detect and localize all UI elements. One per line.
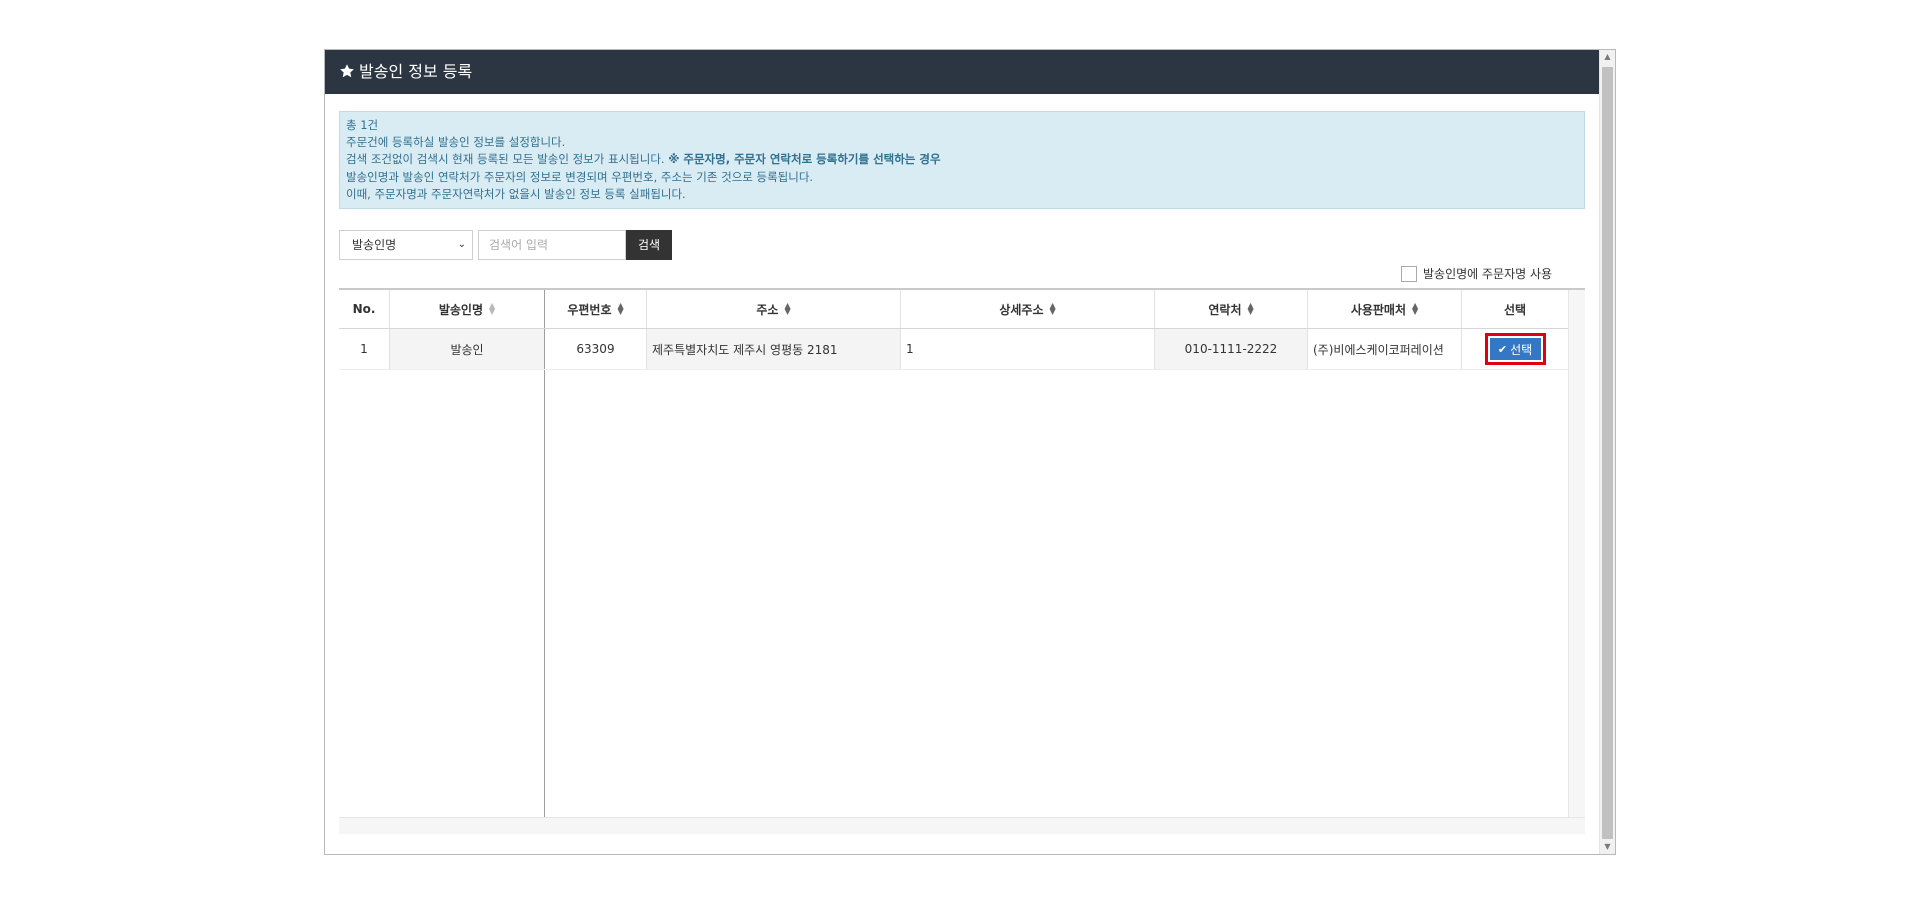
scroll-down-icon[interactable]: ▼	[1600, 840, 1615, 854]
search-input[interactable]	[478, 230, 626, 260]
scroll-up-icon[interactable]: ▲	[1600, 50, 1615, 64]
table-row[interactable]: 1 발송인 63309 제주특별자치도 제주시 영평동 2181 1 010-1…	[339, 329, 1569, 370]
search-button[interactable]: 검색	[626, 230, 672, 260]
sender-grid: No. 발송인명 ▲ ▼ 우편번호 ▲ ▼ 주소 ▲ ▼ 상세주소 ▲ ▼ 연락처 ▲ ▼ 사용판매…	[339, 288, 1585, 834]
use-orderer-name-option[interactable]: 발송인명에 주문자명 사용	[1401, 265, 1552, 283]
sort-icon[interactable]: ▲ ▼	[618, 302, 624, 316]
col-header-phone[interactable]: 연락처 ▲ ▼	[1155, 290, 1308, 328]
notice-line-1: 주문건에 등록하실 발송인 정보를 설정합니다.	[346, 135, 566, 150]
use-orderer-name-label: 발송인명에 주문자명 사용	[1423, 267, 1553, 281]
window-scrollbar[interactable]: ▲ ▼	[1599, 50, 1615, 854]
select-sender-button[interactable]: ✔ 선택	[1484, 333, 1546, 365]
cell-select: ✔ 선택	[1462, 329, 1569, 369]
title-bar: 발송인 정보 등록	[325, 50, 1601, 94]
sort-icon[interactable]: ▲ ▼	[1412, 302, 1418, 316]
result-count: 총 1건	[346, 118, 379, 132]
col-header-zip[interactable]: 우편번호 ▲ ▼	[545, 290, 647, 328]
sender-info-popup: 발송인 정보 등록 ▲ ▼ 총 1건 주문건에 등록하실 발송인 정보를 설정합…	[324, 49, 1616, 855]
scrollbar-thumb[interactable]	[1602, 67, 1613, 839]
notice-line-4: 이때, 주문자명과 주문자연락처가 없을시 발송인 정보 등록 실패됩니다.	[346, 186, 686, 201]
notice-line-2: 검색 조건없이 검색시 현재 등록된 모든 발송인 정보가 표시됩니다. ※ 주…	[346, 152, 941, 167]
col-header-seller[interactable]: 사용판매처 ▲ ▼	[1308, 290, 1462, 328]
chevron-down-icon: ⌄	[457, 239, 466, 250]
sort-icon[interactable]: ▲ ▼	[489, 302, 495, 316]
cell-phone: 010-1111-2222	[1155, 329, 1308, 369]
cell-sender-name: 발송인	[390, 329, 545, 369]
notice-warning: ※ 주문자명, 주문자 연락처로 등록하기를 선택하는 경우	[668, 152, 941, 167]
use-orderer-name-checkbox[interactable]	[1401, 266, 1417, 282]
col-header-select: 선택	[1462, 290, 1569, 328]
frozen-columns-area	[339, 290, 545, 834]
notice-box: 총 1건 주문건에 등록하실 발송인 정보를 설정합니다. 검색 조건없이 검색…	[339, 111, 1585, 209]
col-header-address-detail[interactable]: 상세주소 ▲ ▼	[901, 290, 1155, 328]
window-title: 발송인 정보 등록	[359, 62, 473, 81]
star-icon	[340, 64, 354, 78]
grid-vertical-scrollbar[interactable]	[1568, 290, 1585, 834]
cell-seller: (주)비에스케이코퍼레이션	[1308, 329, 1462, 369]
check-icon: ✔	[1497, 342, 1508, 356]
sort-icon[interactable]: ▲ ▼	[1247, 302, 1253, 316]
sort-icon[interactable]: ▲ ▼	[1050, 302, 1056, 316]
grid-header: No. 발송인명 ▲ ▼ 우편번호 ▲ ▼ 주소 ▲ ▼ 상세주소 ▲ ▼ 연락처 ▲ ▼ 사용판매…	[339, 290, 1569, 329]
cell-zip: 63309	[545, 329, 647, 369]
col-header-no: No.	[339, 290, 390, 328]
grid-horizontal-scrollbar[interactable]	[339, 817, 1585, 834]
sort-icon[interactable]: ▲ ▼	[784, 302, 790, 316]
search-field-select[interactable]: 발송인명 ⌄	[339, 230, 473, 260]
cell-address: 제주특별자치도 제주시 영평동 2181	[647, 329, 901, 369]
cell-address-detail: 1	[901, 329, 1155, 369]
cell-no: 1	[339, 329, 390, 369]
col-header-address[interactable]: 주소 ▲ ▼	[647, 290, 901, 328]
notice-line-3: 발송인명과 발송인 연락처가 주문자의 정보로 변경되며 우편번호, 주소는 기…	[346, 169, 814, 184]
col-header-sender-name[interactable]: 발송인명 ▲ ▼	[390, 290, 545, 328]
